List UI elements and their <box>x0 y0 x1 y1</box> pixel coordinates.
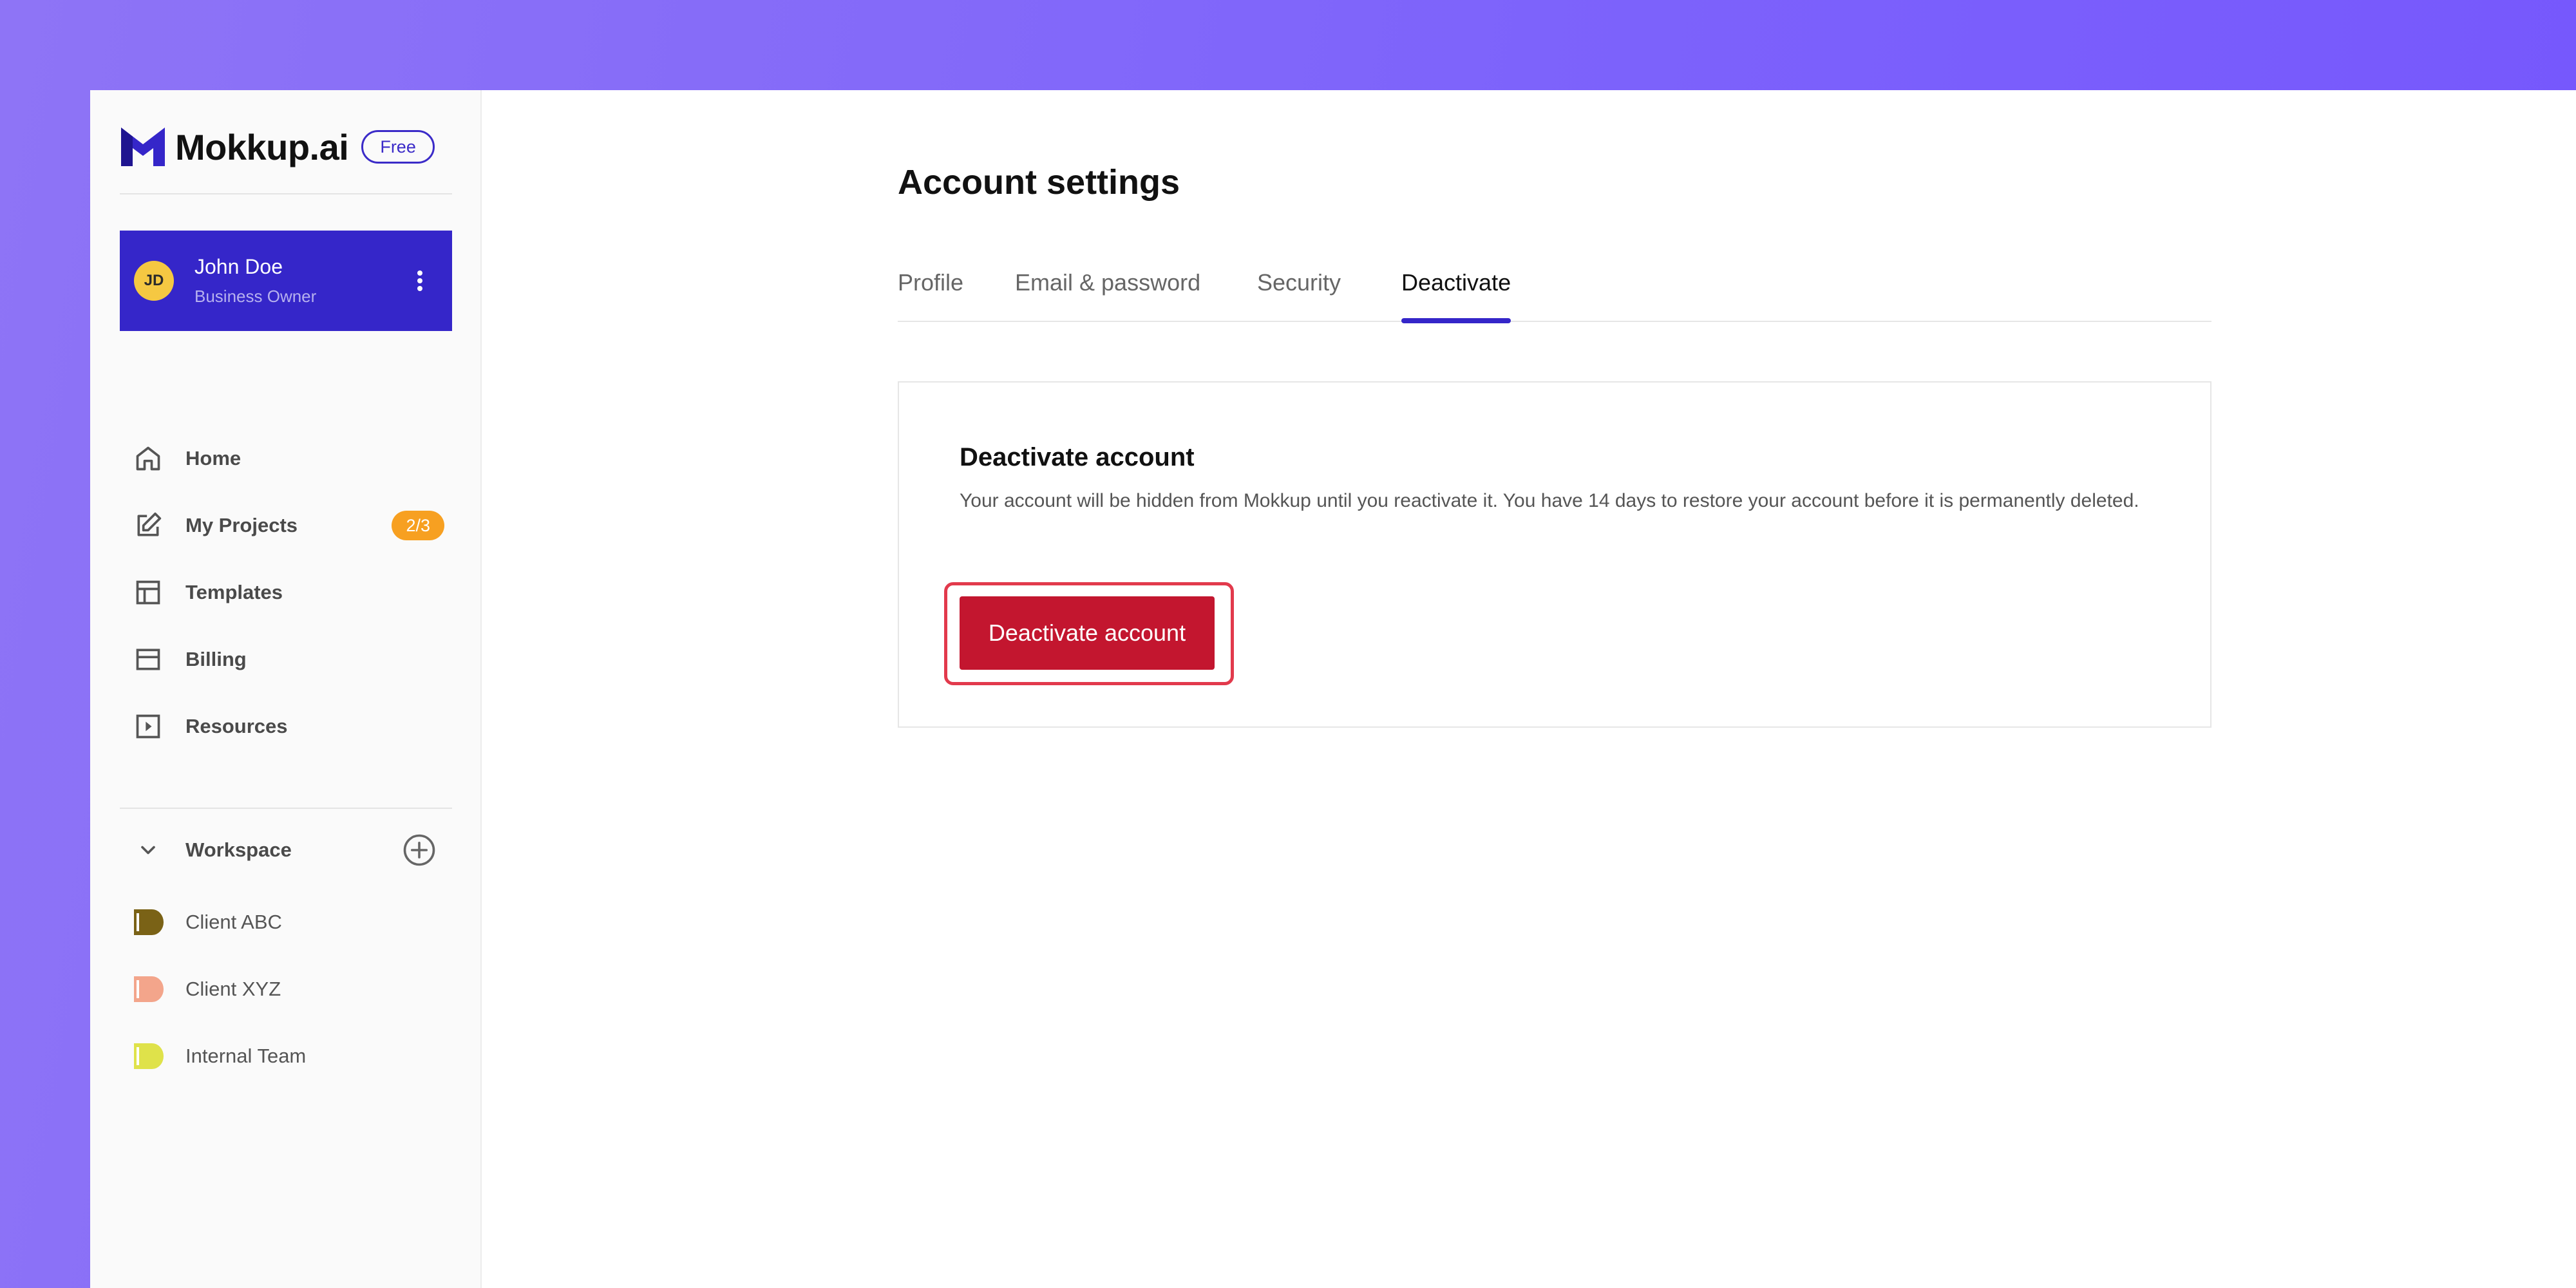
active-tab-indicator <box>1401 318 1511 323</box>
nav-item-billing[interactable]: Billing <box>120 626 452 693</box>
card-icon <box>133 644 164 675</box>
deactivate-description: Your account will be hidden from Mokkup … <box>960 490 2139 511</box>
brand[interactable]: Mokkup.ai Free <box>120 121 435 173</box>
plan-badge: Free <box>361 130 435 164</box>
workspace-name: Internal Team <box>185 1045 307 1067</box>
chevron-down-icon[interactable] <box>133 835 164 866</box>
app-window: Mokkup.ai Free JD John Doe Business Owne… <box>90 90 2576 1288</box>
avatar: JD <box>134 261 174 301</box>
tab-profile[interactable]: Profile <box>898 269 963 322</box>
user-card[interactable]: JD John Doe Business Owner <box>120 231 452 331</box>
mokkup-logo-icon <box>121 128 165 166</box>
user-role: Business Owner <box>194 287 317 306</box>
sidebar: Mokkup.ai Free JD John Doe Business Owne… <box>90 90 482 1288</box>
workspace-swatch-icon <box>134 976 164 1002</box>
workspace-swatch-icon <box>134 1043 164 1069</box>
nav-item-resources[interactable]: Resources <box>120 693 452 760</box>
page-title: Account settings <box>898 163 1180 202</box>
deactivate-account-button[interactable]: Deactivate account <box>960 596 1215 670</box>
more-vertical-icon <box>417 270 422 291</box>
workspace-item-client-xyz[interactable]: Client XYZ <box>120 956 452 1023</box>
nav-item-my-projects[interactable]: My Projects 2/3 <box>120 492 452 559</box>
play-icon <box>133 711 164 742</box>
nav-item-home[interactable]: Home <box>120 425 452 492</box>
workspace-item-client-abc[interactable]: Client ABC <box>120 889 452 956</box>
tab-deactivate[interactable]: Deactivate <box>1401 269 1511 323</box>
workspace-name: Client ABC <box>185 911 282 933</box>
nav-item-templates[interactable]: Templates <box>120 559 452 626</box>
user-menu-button[interactable] <box>401 255 439 307</box>
nav-label: Resources <box>185 715 288 737</box>
workspace-label: Workspace <box>185 838 292 861</box>
tab-deactivate-label: Deactivate <box>1401 269 1511 296</box>
main-content: Account settings Profile Email & passwor… <box>482 90 2576 1288</box>
edit-icon <box>133 510 164 541</box>
nav-label: Templates <box>185 581 283 603</box>
home-icon <box>133 443 164 474</box>
projects-count-badge: 2/3 <box>392 511 444 540</box>
add-workspace-icon[interactable] <box>402 833 437 867</box>
nav-label: Home <box>185 447 242 469</box>
tab-email-password[interactable]: Email & password <box>1015 269 1200 322</box>
workspace-item-internal-team[interactable]: Internal Team <box>120 1023 452 1090</box>
deactivate-card: Deactivate account Your account will be … <box>898 381 2211 728</box>
settings-tabs: Profile Email & password Security Deacti… <box>898 269 2211 323</box>
layout-icon <box>133 577 164 608</box>
nav-label: My Projects <box>185 514 298 536</box>
sidebar-divider <box>120 808 452 809</box>
workspace-header[interactable]: Workspace <box>120 818 452 882</box>
sidebar-divider <box>120 193 452 194</box>
tab-security[interactable]: Security <box>1257 269 1341 322</box>
deactivate-title: Deactivate account <box>960 443 1195 471</box>
brand-name: Mokkup.ai <box>175 126 349 167</box>
user-info: John Doe Business Owner <box>194 255 401 307</box>
workspace-name: Client XYZ <box>185 978 281 1000</box>
user-name: John Doe <box>194 255 283 278</box>
nav-label: Billing <box>185 648 247 670</box>
workspace-swatch-icon <box>134 909 164 935</box>
